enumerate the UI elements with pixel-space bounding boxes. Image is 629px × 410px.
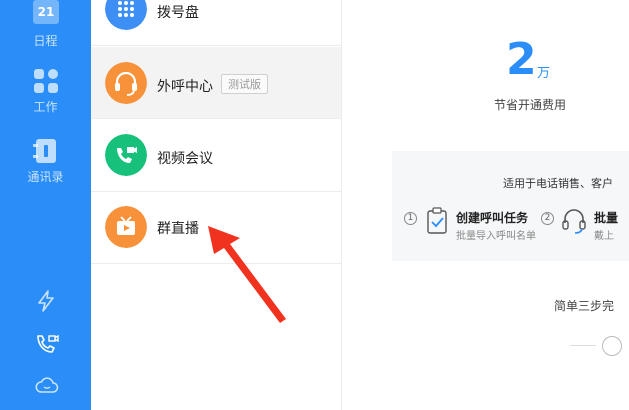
tv-play-icon bbox=[105, 206, 147, 248]
calendar-icon: 21 bbox=[32, 0, 59, 24]
step-number: 1 bbox=[404, 212, 417, 225]
sidebar: 21 日程 工作 通讯录 bbox=[0, 0, 91, 410]
sidebar-item-label: 工作 bbox=[33, 100, 58, 114]
usage-card: 适用于电话销售、客户 1 创建呼叫任务 批量导入呼叫名单 2 批量 戴上 bbox=[392, 151, 629, 261]
sidebar-item-label: 通讯录 bbox=[27, 170, 64, 184]
step-subtitle: 戴上 bbox=[594, 231, 614, 242]
step-number: 2 bbox=[541, 212, 554, 225]
cloud-icon[interactable] bbox=[35, 375, 59, 395]
svg-text:21: 21 bbox=[37, 5, 54, 19]
list-item-video-meeting[interactable]: 视频会议 bbox=[91, 120, 341, 192]
sidebar-item-label: 日程 bbox=[33, 34, 58, 48]
headset-icon bbox=[562, 209, 586, 234]
savings-caption: 节省开通费用 bbox=[494, 98, 567, 112]
savings-number: 2 bbox=[506, 34, 537, 85]
step-connector bbox=[570, 345, 596, 346]
card-title: 适用于电话销售、客户 bbox=[503, 177, 613, 190]
contacts-book-icon bbox=[32, 139, 56, 163]
video-call-icon bbox=[105, 134, 147, 176]
feature-list: 拨号盘 外呼中心 测试版 视频会议 群直播 bbox=[91, 0, 342, 410]
list-item-label: 外呼中心 bbox=[157, 79, 213, 95]
list-item-label: 群直播 bbox=[157, 221, 199, 237]
step-title: 创建呼叫任务 bbox=[456, 211, 529, 225]
savings-unit: 万 bbox=[537, 66, 551, 81]
simple-steps-caption: 简单三步完 bbox=[554, 299, 615, 313]
headset-icon bbox=[105, 62, 147, 104]
sidebar-item-contacts[interactable]: 通讯录 bbox=[0, 138, 91, 185]
step-title: 批量 bbox=[594, 211, 619, 225]
info-panel: 2 万 节省开通费用 适用于电话销售、客户 1 创建呼叫任务 批量导入呼叫名单 … bbox=[342, 0, 629, 410]
list-item-label: 视频会议 bbox=[157, 151, 213, 167]
app-root: 21 日程 工作 通讯录 拨号盘 外呼中心 测试版 视频会议 群直播 2 万 节… bbox=[0, 0, 629, 410]
lightning-icon[interactable] bbox=[37, 290, 55, 312]
list-item-label: 拨号盘 bbox=[157, 5, 199, 21]
list-item-call-center[interactable]: 外呼中心 测试版 bbox=[91, 47, 341, 119]
annotation-arrow bbox=[208, 226, 286, 323]
sidebar-item-work[interactable]: 工作 bbox=[0, 68, 91, 115]
clipboard-check-icon bbox=[427, 207, 447, 234]
step-indicator bbox=[602, 336, 622, 356]
beta-badge: 测试版 bbox=[221, 74, 268, 94]
list-item-dialpad[interactable]: 拨号盘 bbox=[91, 0, 341, 46]
phone-video-icon[interactable] bbox=[35, 333, 59, 355]
dialpad-icon bbox=[105, 0, 147, 30]
step-subtitle: 批量导入呼叫名单 bbox=[456, 231, 536, 242]
apps-grid-icon bbox=[33, 69, 58, 93]
sidebar-item-calendar[interactable]: 21 日程 bbox=[0, 0, 91, 49]
